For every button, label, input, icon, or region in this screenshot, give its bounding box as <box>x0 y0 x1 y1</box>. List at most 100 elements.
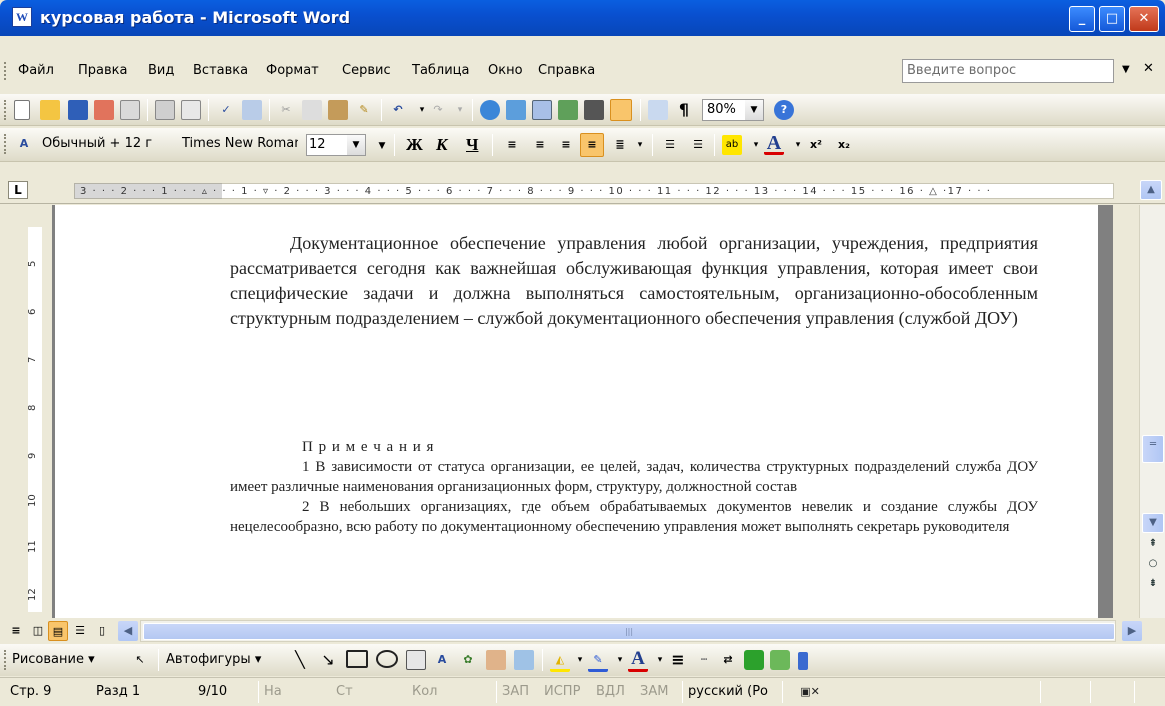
highlight-dropdown-icon[interactable]: ▾ <box>746 135 766 155</box>
font-size-select[interactable]: 12 ▼ <box>306 134 366 156</box>
new-document-icon[interactable] <box>14 100 30 120</box>
paste-icon[interactable] <box>328 100 348 120</box>
shadow-style-icon[interactable] <box>744 650 764 670</box>
redo-dropdown-icon[interactable]: ▾ <box>450 100 470 120</box>
3d-style-icon[interactable] <box>770 650 790 670</box>
subscript-icon[interactable]: x₂ <box>834 135 854 155</box>
numbering-icon[interactable]: ☰ <box>660 135 680 155</box>
scroll-up-button[interactable]: ▲ <box>1140 180 1162 200</box>
draw-font-color-icon[interactable]: A <box>628 648 648 672</box>
select-objects-icon[interactable]: ↖ <box>130 650 150 670</box>
columns-icon[interactable] <box>584 100 604 120</box>
styles-formatting-icon[interactable]: A <box>14 134 34 154</box>
style-select[interactable]: Обычный + 12 г <box>38 134 178 156</box>
insert-picture-icon[interactable] <box>514 650 534 670</box>
ruler-scale[interactable]: 3 · · · 2 · · · 1 · · · ▵ · · · 1 · ▿ · … <box>80 186 991 197</box>
scroll-left-button[interactable]: ◀ <box>118 621 138 641</box>
font-color-icon[interactable]: A <box>764 133 784 155</box>
web-view-icon[interactable]: ◫ <box>28 621 48 641</box>
align-left-icon[interactable]: ≡ <box>502 135 522 155</box>
menu-edit[interactable]: Правка <box>78 63 127 78</box>
italic-button[interactable]: К <box>436 135 448 155</box>
word-icon[interactable]: W <box>12 7 32 27</box>
menu-view[interactable]: Вид <box>148 63 174 78</box>
show-formatting-icon[interactable]: ¶ <box>674 100 694 120</box>
help-icon[interactable]: ? <box>774 100 794 120</box>
line-spacing-icon[interactable]: ≣ <box>610 135 630 155</box>
size-dropdown-icon[interactable]: ▼ <box>347 135 365 155</box>
menu-window[interactable]: Окно <box>488 63 523 78</box>
outline-view-icon[interactable]: ☰ <box>70 621 90 641</box>
fill-color-icon[interactable]: ◭ <box>550 650 570 672</box>
open-folder-icon[interactable] <box>40 100 60 120</box>
justify-icon[interactable]: ≡ <box>580 133 604 157</box>
menu-file[interactable]: Файл <box>18 63 54 78</box>
bold-button[interactable]: Ж <box>406 135 423 155</box>
document-map-icon[interactable] <box>648 100 668 120</box>
notes-block[interactable]: П р и м е ч а н и я 1 В зависимости от с… <box>230 437 1038 537</box>
previous-page-icon[interactable]: ⇞ <box>1142 535 1164 555</box>
save-icon[interactable] <box>68 100 88 120</box>
line-style-icon[interactable]: ≡ <box>668 650 688 670</box>
menu-tools[interactable]: Сервис <box>342 63 391 78</box>
tab-selector[interactable]: L <box>8 181 28 199</box>
scroll-thumb[interactable]: ═ <box>1142 435 1164 463</box>
line-spacing-dropdown-icon[interactable]: ▾ <box>630 135 650 155</box>
zoom-select[interactable]: 80% ▼ <box>702 99 764 121</box>
spelling-status-icon[interactable]: ▣✕ <box>800 682 820 702</box>
vertical-scrollbar[interactable]: ═ ▼ ⇞ ○ ⇟ <box>1139 205 1165 618</box>
reading-view-icon[interactable]: ▯ <box>92 621 112 641</box>
align-center-icon[interactable]: ≡ <box>530 135 550 155</box>
ask-dropdown-icon[interactable]: ▼ <box>1122 64 1130 75</box>
oval-icon[interactable] <box>376 650 398 668</box>
toolbar-grip[interactable] <box>4 650 7 670</box>
arrow-icon[interactable]: ↘ <box>318 650 338 670</box>
insert-table-icon[interactable] <box>532 100 552 120</box>
format-painter-icon[interactable]: ✎ <box>354 100 374 120</box>
font-select[interactable]: Times New Roman <box>178 134 298 156</box>
magnifier-icon[interactable] <box>181 100 201 120</box>
font-color-dropdown-icon[interactable]: ▾ <box>788 135 808 155</box>
bullets-icon[interactable]: ☰ <box>688 135 708 155</box>
size-extra-dropdown-icon[interactable]: ▼ <box>372 136 392 156</box>
underline-button[interactable]: Ч <box>466 135 478 155</box>
copy-icon[interactable] <box>302 100 322 120</box>
ask-question-input[interactable]: Введите вопрос <box>902 59 1114 83</box>
close-button[interactable]: ✕ <box>1129 6 1159 32</box>
body-paragraph[interactable]: Документационное обеспечение управления … <box>230 231 1038 331</box>
maximize-button[interactable]: □ <box>1099 6 1125 32</box>
draw-menu[interactable]: Рисование ▾ <box>12 652 95 667</box>
tables-borders-icon[interactable] <box>506 100 526 120</box>
print-preview-icon[interactable] <box>155 100 175 120</box>
autoshapes-menu[interactable]: Автофигуры ▾ <box>166 652 261 667</box>
status-extend[interactable]: ВДЛ <box>596 684 625 699</box>
redo-icon[interactable]: ↷ <box>428 100 448 120</box>
menu-help[interactable]: Справка <box>538 63 595 78</box>
menu-format[interactable]: Формат <box>266 63 319 78</box>
rectangle-icon[interactable] <box>346 650 368 668</box>
permission-icon[interactable] <box>94 100 114 120</box>
text-box-icon[interactable] <box>406 650 426 670</box>
zoom-dropdown-icon[interactable]: ▼ <box>745 100 763 120</box>
horizontal-scroll-thumb[interactable]: ||| <box>143 623 1115 640</box>
toolbar-grip[interactable] <box>4 100 7 120</box>
close-document-icon[interactable]: ✕ <box>1143 61 1154 76</box>
menu-grip[interactable] <box>4 62 7 80</box>
page[interactable]: Документационное обеспечение управления … <box>55 205 1098 618</box>
print-layout-icon[interactable]: ▤ <box>48 621 68 641</box>
next-page-icon[interactable]: ⇟ <box>1142 575 1164 595</box>
undo-icon[interactable]: ↶ <box>388 100 408 120</box>
insert-excel-icon[interactable] <box>558 100 578 120</box>
research-icon[interactable] <box>242 100 262 120</box>
draw-font-color-dropdown-icon[interactable]: ▾ <box>650 650 670 670</box>
scroll-down-button[interactable]: ▼ <box>1142 513 1164 533</box>
line-icon[interactable]: ╲ <box>290 650 310 670</box>
arrow-style-icon[interactable]: ⇄ <box>718 650 738 670</box>
print-icon[interactable] <box>120 100 140 120</box>
minimize-button[interactable]: _ <box>1069 6 1095 32</box>
cut-icon[interactable]: ✂ <box>276 100 296 120</box>
drawing-icon[interactable] <box>610 99 632 121</box>
status-track-changes[interactable]: ИСПР <box>544 684 580 699</box>
toolbar-grip[interactable] <box>4 134 7 154</box>
clip-art-icon[interactable] <box>486 650 506 670</box>
